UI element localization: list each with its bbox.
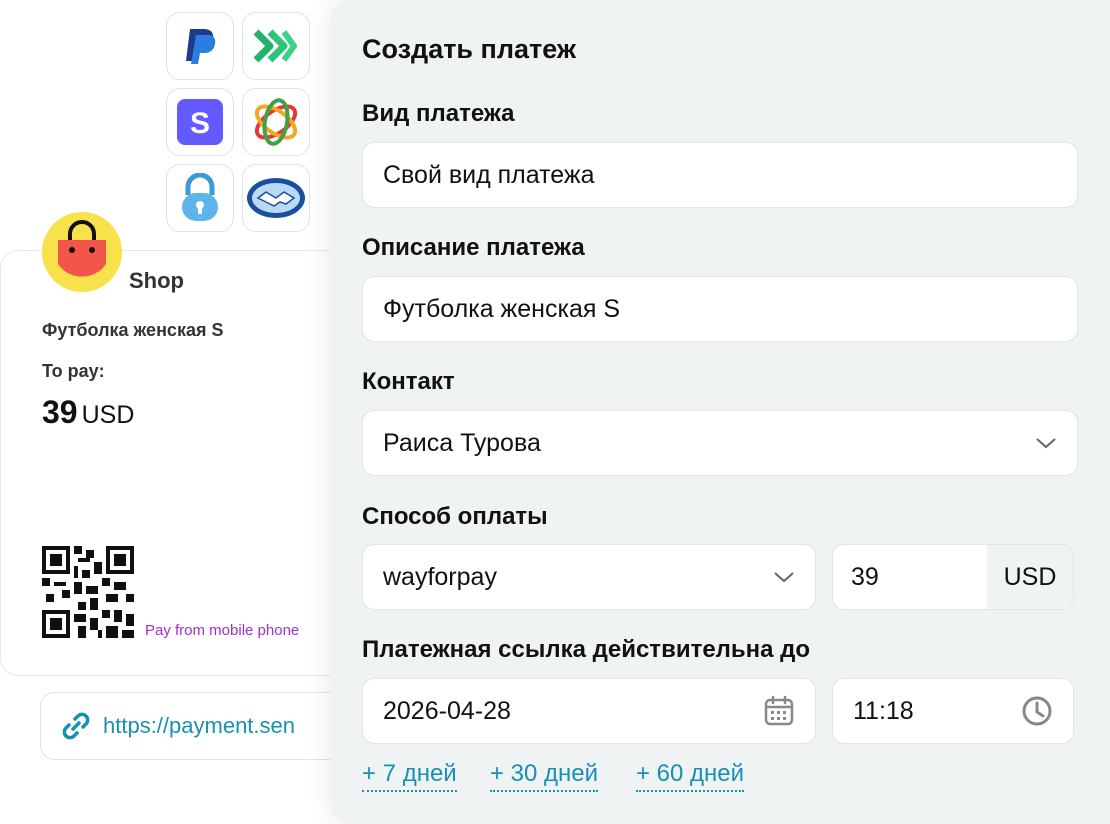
date-value: 2026-04-28 xyxy=(383,696,511,725)
quick-add-7-days[interactable]: + 7 дней xyxy=(362,760,457,792)
shop-avatar xyxy=(40,210,124,294)
link-icon xyxy=(62,712,90,740)
rings-provider[interactable] xyxy=(242,88,310,156)
quick-add-60-days[interactable]: + 60 дней xyxy=(636,760,745,792)
handshake-provider[interactable] xyxy=(242,164,310,232)
payment-method-value: wayforpay xyxy=(383,562,497,591)
payment-type-label: Вид платежа xyxy=(362,100,515,127)
product-name: Футболка женская S xyxy=(42,320,224,340)
description-label: Описание платежа xyxy=(362,234,585,261)
method-label: Способ оплаты xyxy=(362,503,548,530)
calendar-icon[interactable] xyxy=(763,695,795,727)
contact-value: Раиса Турова xyxy=(383,428,541,457)
amount-display: 39 USD xyxy=(42,394,134,431)
date-input[interactable]: 2026-04-28 xyxy=(362,678,816,744)
qr-code[interactable] xyxy=(42,546,134,638)
stripe-icon: S xyxy=(177,99,223,145)
quick-add-30-days[interactable]: + 30 дней xyxy=(490,760,599,792)
description-field[interactable]: Футболка женская S xyxy=(362,276,1078,342)
panel-title: Создать платеж xyxy=(362,34,577,64)
pay-mobile-text[interactable]: Pay from mobile phone xyxy=(145,622,299,639)
description-value: Футболка женская S xyxy=(383,294,621,323)
stripe-provider[interactable]: S xyxy=(166,88,234,156)
amount-currency: USD xyxy=(81,401,135,429)
create-payment-panel: Создать платеж Вид платежа Свой вид плат… xyxy=(330,0,1110,824)
shop-name: Shop xyxy=(129,268,184,293)
clock-icon[interactable] xyxy=(1021,695,1053,727)
arrows-provider[interactable] xyxy=(242,12,310,80)
lock-provider[interactable] xyxy=(166,164,234,232)
amount-input-value[interactable]: 39 xyxy=(833,545,987,609)
paypal-provider[interactable] xyxy=(166,12,234,80)
chevron-down-icon xyxy=(1035,432,1057,454)
currency-label: USD xyxy=(987,545,1073,609)
time-value: 11:18 xyxy=(853,696,914,725)
payment-type-field[interactable]: Свой вид платежа xyxy=(362,142,1078,208)
shopping-bag-icon xyxy=(42,212,122,292)
payment-link-box[interactable]: https://payment.sen xyxy=(40,692,380,760)
amount-input[interactable]: 39 USD xyxy=(832,544,1074,610)
chevron-down-icon xyxy=(773,566,795,588)
to-pay-label: To pay: xyxy=(42,361,105,381)
contact-label: Контакт xyxy=(362,368,455,395)
time-input[interactable]: 11:18 xyxy=(832,678,1074,744)
amount-value: 39 xyxy=(42,394,78,430)
payment-method-select[interactable]: wayforpay xyxy=(362,544,816,610)
green-arrows-icon xyxy=(253,29,297,63)
lock-icon xyxy=(182,173,218,221)
svg-text:S: S xyxy=(190,107,210,140)
valid-until-label: Платежная ссылка действительна до xyxy=(362,636,811,663)
payment-link-text[interactable]: https://payment.sen xyxy=(103,713,295,739)
handshake-icon xyxy=(247,178,305,218)
payment-type-value: Свой вид платежа xyxy=(383,160,595,189)
paypal-icon xyxy=(186,29,216,64)
colorful-rings-icon xyxy=(254,98,298,146)
contact-select[interactable]: Раиса Турова xyxy=(362,410,1078,476)
